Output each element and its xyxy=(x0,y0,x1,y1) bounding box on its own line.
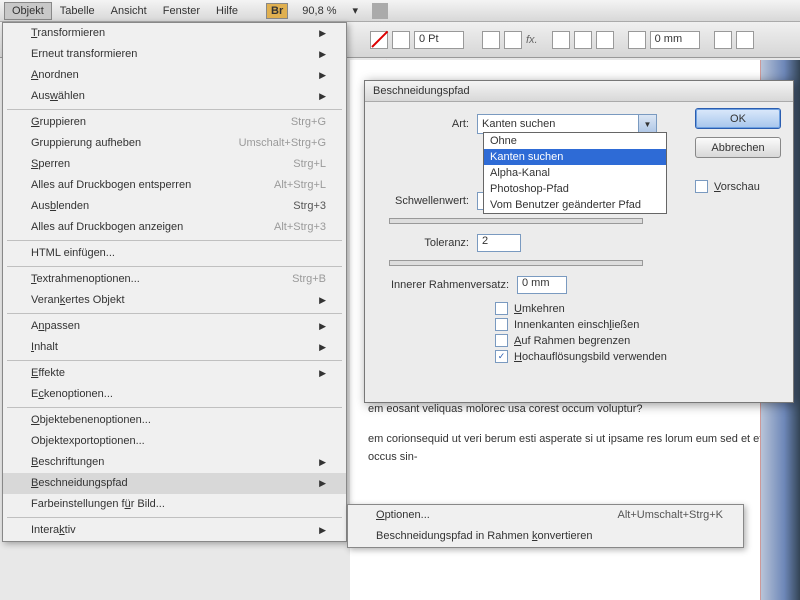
menu-item[interactable]: Beschriftungen▶ xyxy=(3,452,346,473)
hochaufloesung-label: Hochauflösungsbild verwenden xyxy=(514,351,667,363)
vorschau-checkbox[interactable] xyxy=(695,180,708,193)
menu-item[interactable]: Effekte▶ xyxy=(3,363,346,384)
menu-item[interactable]: Farbeinstellungen für Bild... xyxy=(3,494,346,515)
menu-hilfe[interactable]: Hilfe xyxy=(208,2,246,20)
chevron-right-icon: ▶ xyxy=(319,47,326,62)
art-label: Art: xyxy=(377,118,477,130)
menu-item[interactable]: Objektebenenoptionen... xyxy=(3,410,346,431)
separator xyxy=(7,360,342,361)
bridge-button[interactable]: Br xyxy=(266,3,288,19)
menu-item: GruppierenStrg+G xyxy=(3,112,346,133)
menu-fenster[interactable]: Fenster xyxy=(155,2,208,20)
chevron-right-icon: ▶ xyxy=(319,68,326,83)
combo-option[interactable]: Photoshop-Pfad xyxy=(484,181,666,197)
toleranz-slider[interactable] xyxy=(389,260,643,266)
combo-option[interactable]: Vom Benutzer geänderter Pfad xyxy=(484,197,666,213)
menu-item[interactable]: Inhalt▶ xyxy=(3,337,346,358)
menu-item[interactable]: Verankertes Objekt▶ xyxy=(3,290,346,311)
chevron-right-icon: ▶ xyxy=(319,293,326,308)
menu-item: Gruppierung aufhebenUmschalt+Strg+G xyxy=(3,133,346,154)
submenu-item: Beschneidungspfad in Rahmen konvertieren xyxy=(348,526,743,547)
combo-option[interactable]: Alpha-Kanal xyxy=(484,165,666,181)
menu-item[interactable]: Transformieren▶ xyxy=(3,23,346,44)
chevron-right-icon: ▶ xyxy=(319,340,326,355)
menu-item[interactable]: Beschneidungspfad▶ xyxy=(3,473,346,494)
rahmenversatz-input[interactable]: 0 mm xyxy=(517,276,567,294)
menu-item[interactable]: Objektexportoptionen... xyxy=(3,431,346,452)
separator xyxy=(7,240,342,241)
fx-label[interactable]: fx. xyxy=(526,34,538,46)
frame-offset[interactable]: 0 mm xyxy=(650,31,700,49)
stroke-weight[interactable]: 0 Pt xyxy=(414,31,464,49)
fill-none-icon[interactable] xyxy=(370,31,388,49)
chevron-right-icon: ▶ xyxy=(319,89,326,104)
chevron-right-icon: ▶ xyxy=(319,26,326,41)
art-combobox[interactable]: Kanten suchen ▼ xyxy=(477,114,657,134)
menu-item: Alles auf Druckbogen anzeigenAlt+Strg+3 xyxy=(3,217,346,238)
menu-item[interactable]: Interaktiv▶ xyxy=(3,520,346,541)
fx-icon[interactable] xyxy=(504,31,522,49)
innenkanten-label: Innenkanten einschließen xyxy=(514,319,639,331)
body-text: em corionsequid ut veri berum esti asper… xyxy=(368,430,782,466)
chevron-down-icon[interactable]: ▾ xyxy=(345,1,367,20)
separator xyxy=(7,517,342,518)
innenkanten-checkbox[interactable] xyxy=(495,318,508,331)
chevron-right-icon: ▶ xyxy=(319,319,326,334)
toleranz-input[interactable]: 2 xyxy=(477,234,521,252)
chevron-right-icon: ▶ xyxy=(319,523,326,538)
schwellenwert-slider[interactable] xyxy=(389,218,643,224)
menu-objekt[interactable]: Objekt xyxy=(4,2,52,20)
menu-ansicht[interactable]: Ansicht xyxy=(103,2,155,20)
hochaufloesung-checkbox[interactable]: ✓ xyxy=(495,350,508,363)
align-icon[interactable] xyxy=(574,31,592,49)
rahmenversatz-label: Innerer Rahmenversatz: xyxy=(377,279,517,291)
chevron-right-icon: ▶ xyxy=(319,455,326,470)
align-icon[interactable] xyxy=(552,31,570,49)
menubar: Objekt Tabelle Ansicht Fenster Hilfe Br … xyxy=(0,0,800,22)
menu-item: Alles auf Druckbogen entsperrenAlt+Strg+… xyxy=(3,175,346,196)
wrap-icon[interactable] xyxy=(714,31,732,49)
vorschau-label: VVorschauorschau xyxy=(714,181,760,193)
menu-item[interactable]: Anpassen▶ xyxy=(3,316,346,337)
fx-icon[interactable] xyxy=(482,31,500,49)
separator xyxy=(7,313,342,314)
menu-item: Textrahmenoptionen...Strg+B xyxy=(3,269,346,290)
menu-item[interactable]: Anordnen▶ xyxy=(3,65,346,86)
chevron-down-icon[interactable]: ▼ xyxy=(638,115,656,133)
dialog-title: Beschneidungspfad xyxy=(365,81,793,102)
clipping-path-dialog: Beschneidungspfad OK Abbrechen VVorschau… xyxy=(364,80,794,403)
menu-item: SperrenStrg+L xyxy=(3,154,346,175)
stroke-icon[interactable] xyxy=(392,31,410,49)
separator xyxy=(7,109,342,110)
align-icon[interactable] xyxy=(596,31,614,49)
chevron-right-icon: ▶ xyxy=(319,366,326,381)
separator xyxy=(7,407,342,408)
art-dropdown-list: OhneKanten suchenAlpha-KanalPhotoshop-Pf… xyxy=(483,132,667,214)
separator xyxy=(7,266,342,267)
menu-item: Eckenoptionen... xyxy=(3,384,346,405)
menu-item[interactable]: AusblendenStrg+3 xyxy=(3,196,346,217)
umkehren-label: Umkehren xyxy=(514,303,565,315)
combo-option[interactable]: Kanten suchen xyxy=(484,149,666,165)
chevron-right-icon: ▶ xyxy=(319,476,326,491)
aufrahmen-label: Auf Rahmen begrenzen xyxy=(514,335,630,347)
toleranz-label: Toleranz: xyxy=(377,237,477,249)
schwellenwert-label: Schwellenwert: xyxy=(377,195,477,207)
ok-button[interactable]: OK xyxy=(695,108,781,129)
wrap-icon[interactable] xyxy=(736,31,754,49)
combo-option[interactable]: Ohne xyxy=(484,133,666,149)
cancel-button[interactable]: Abbrechen xyxy=(695,137,781,158)
menu-item[interactable]: Auswählen▶ xyxy=(3,86,346,107)
zoom-level[interactable]: 90,8 % xyxy=(294,2,344,20)
submenu-item[interactable]: Optionen...Alt+Umschalt+Strg+K xyxy=(348,505,743,526)
umkehren-checkbox[interactable] xyxy=(495,302,508,315)
menu-item[interactable]: Erneut transformieren▶ xyxy=(3,44,346,65)
menu-tabelle[interactable]: Tabelle xyxy=(52,2,103,20)
beschneidungspfad-submenu: Optionen...Alt+Umschalt+Strg+KBeschneidu… xyxy=(347,504,744,548)
objekt-menu: Transformieren▶Erneut transformieren▶Ano… xyxy=(2,22,347,542)
aufrahmen-checkbox[interactable] xyxy=(495,334,508,347)
frame-icon[interactable] xyxy=(628,31,646,49)
separator xyxy=(372,3,388,19)
menu-item[interactable]: HTML einfügen... xyxy=(3,243,346,264)
